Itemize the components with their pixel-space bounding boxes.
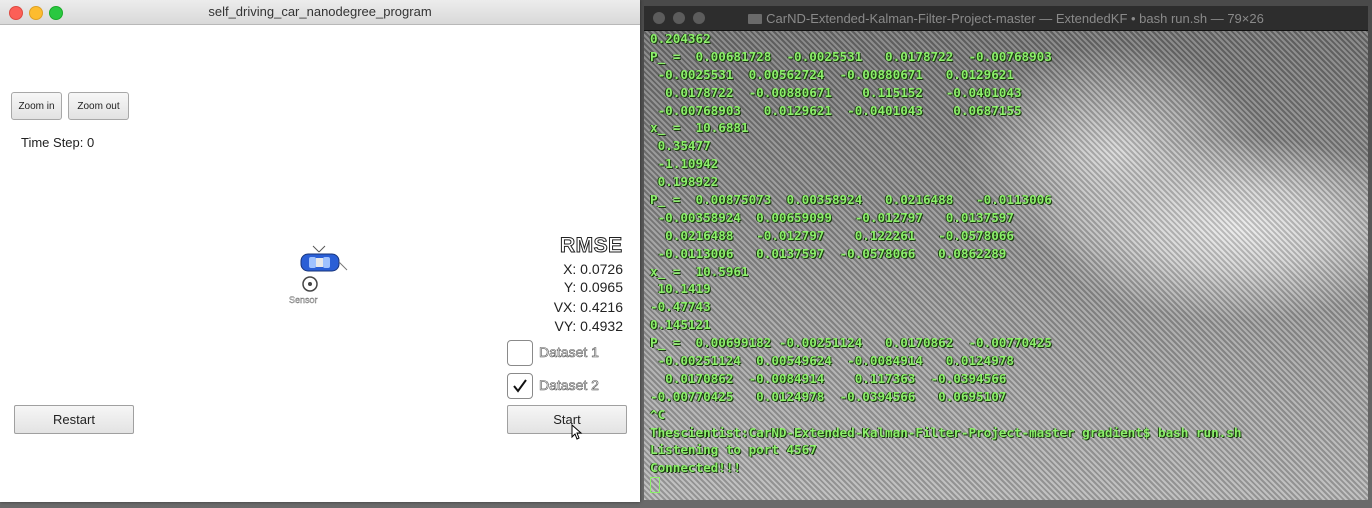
time-step-label: Time Step: (21, 135, 84, 150)
terminal-line: x_ = 10.6881 (650, 120, 749, 136)
restart-button[interactable]: Restart (14, 405, 134, 434)
terminal-line: 0.145121 (650, 317, 711, 333)
time-step-display: Time Step: 0 (21, 135, 94, 150)
simulator-window: self_driving_car_nanodegree_program Zoom… (0, 0, 640, 502)
dataset-1-checkbox[interactable] (507, 340, 533, 366)
terminal-line: P_ = 0.00681728 -0.0025531 0.0178722 -0.… (650, 48, 1052, 64)
rmse-title: RMSE (560, 234, 623, 258)
terminal-line: 0.204362 (650, 31, 711, 46)
terminal-line: Listening to port 4567 (650, 442, 817, 458)
car-scene: Sensor (285, 240, 355, 310)
terminal-line: Connected!!! (650, 460, 741, 476)
dataset-2-label[interactable]: Dataset 2 (539, 377, 600, 394)
terminal-line: 0.0216488 -0.012797 0.122261 -0.0578066 (650, 227, 1014, 243)
terminal-line: 0.0178722 -0.00880671 0.115152 -0.040104… (650, 84, 1022, 100)
terminal-prompt-line (650, 477, 1364, 495)
terminal-line: 10.1419 (650, 281, 711, 297)
checkmark-icon (513, 379, 527, 393)
simulator-window-title: self_driving_car_nanodegree_program (208, 4, 432, 19)
rmse-x-value: X: 0.0726 (563, 261, 623, 277)
terminal-window[interactable]: CarND-Extended-Kalman-Filter-Project-mas… (644, 6, 1368, 500)
rmse-vy-value: VY: 0.4932 (554, 318, 623, 334)
terminal-line: -0.0025531 0.00562724 -0.00880671 0.0129… (650, 66, 1014, 82)
terminal-window-title: CarND-Extended-Kalman-Filter-Project-mas… (644, 11, 1368, 26)
dataset-1-label[interactable]: Dataset 1 (539, 344, 600, 361)
terminal-line: x_ = 10.5961 (650, 263, 749, 279)
terminal-line: 0.35477 (650, 138, 711, 154)
terminal-line: -0.00770425 0.0124978 -0.0394566 0.06951… (650, 388, 1007, 404)
terminal-line: -1.10942 (650, 156, 719, 172)
terminal-cursor (650, 477, 660, 494)
terminal-titlebar[interactable]: CarND-Extended-Kalman-Filter-Project-mas… (644, 6, 1368, 31)
terminal-line: -0.00251124 0.00549624 -0.0084914 0.0124… (650, 353, 1014, 369)
terminal-line: -0.00358924 0.00659099 -0.012797 0.01375… (650, 209, 1014, 225)
simulator-titlebar[interactable]: self_driving_car_nanodegree_program (0, 0, 640, 25)
terminal-output[interactable]: 0.204362 P_ = 0.00681728 -0.0025531 0.017… (650, 30, 1364, 500)
terminal-line: -0.00768903 0.0129621 -0.0401043 0.06871… (650, 102, 1022, 118)
car-sensor-label: Sensor (289, 295, 318, 305)
start-button[interactable]: Start (507, 405, 627, 434)
terminal-line: ^C (650, 406, 666, 422)
time-step-value: 0 (87, 135, 95, 150)
terminal-line: 0.0170862 -0.0084914 0.117363 -0.0394566 (650, 370, 1007, 386)
terminal-title-text: CarND-Extended-Kalman-Filter-Project-mas… (766, 11, 1264, 26)
terminal-line: P_ = 0.00875073 0.00358924 0.0216488 -0.… (650, 192, 1052, 208)
terminal-line: Thescientist:CarND-Extended-Kalman-Filte… (650, 424, 1242, 440)
dataset-2-checkbox[interactable] (507, 373, 533, 399)
folder-icon (748, 14, 763, 24)
rmse-vx-value: VX: 0.4216 (553, 299, 623, 315)
terminal-line: -0.0113006 0.0137597 -0.0578066 0.086228… (650, 245, 1007, 261)
mouse-cursor-icon (571, 424, 583, 440)
terminal-line: P_ = 0.00699182 -0.00251124 0.0170862 -0… (650, 335, 1052, 351)
terminal-line: -0.47743 (650, 299, 711, 315)
zoom-in-button[interactable]: Zoom in (11, 92, 62, 120)
terminal-line: 0.198922 (650, 174, 719, 190)
rmse-y-value: Y: 0.0965 (563, 279, 623, 295)
zoom-out-button[interactable]: Zoom out (68, 92, 129, 120)
